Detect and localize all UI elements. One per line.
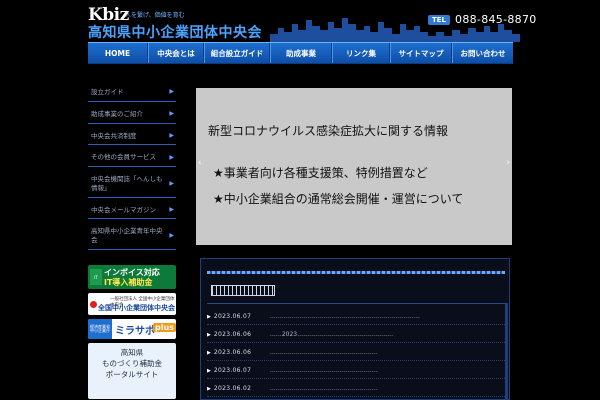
news-row[interactable]: ▶ 2023.06.07 …………………………………………………………………: [207, 309, 505, 325]
nav-about[interactable]: 中央会とは: [148, 43, 204, 63]
ministry-label: 経済産業省 中小企業庁: [88, 319, 112, 339]
banner-line2: ものづくり補助金: [102, 358, 162, 368]
mirasapo-plus-banner[interactable]: 経済産業省 中小企業庁 ミラサポ plus: [88, 319, 176, 339]
news-text[interactable]: ……2023…………………………………………: [270, 331, 393, 338]
sidebar-item-label: その他の会員サービス: [91, 153, 156, 162]
mirasapo-text: ミラサポ: [115, 326, 155, 337]
national-federation-banner[interactable]: 一般社団法人 全国中小企業団体中央会 全国中小企業団体中央会: [88, 293, 176, 315]
slide-line-support: ★事業者向け各種支援策、特例措置など: [213, 166, 428, 180]
nav-subsidy[interactable]: 助成事業: [270, 43, 332, 63]
plus-badge: plus: [153, 323, 176, 332]
main-nav: HOME 中央会とは 組合設立ガイド 助成事業 リンク集 サイトマップ お問い合…: [88, 42, 513, 64]
sidebar-item-newsletter[interactable]: 中央会メールマガジン ▶: [88, 202, 176, 220]
sidebar-item-label: 中央会機関誌「へんしも情報」: [91, 175, 163, 192]
bullet-icon: ▶: [207, 313, 211, 320]
nav-links[interactable]: リンク集: [332, 43, 390, 63]
sidebar-item-label: 中央会共済制度: [91, 131, 137, 140]
chevron-right-icon: ▶: [169, 153, 174, 161]
news-top-border: [207, 271, 505, 274]
slide-title: 新型コロナウイルス感染症拡大に関する情報: [208, 124, 449, 138]
bullet-icon: ▶: [207, 385, 211, 392]
phone-contact: TEL 088-845-8870: [428, 13, 537, 26]
organization-name[interactable]: 高知県中小企業団体中央会: [88, 22, 262, 42]
chevron-right-icon: ▶: [169, 179, 174, 187]
news-row[interactable]: ▶ 2023.06.07 ………………………………………………: [207, 363, 505, 379]
sidebar-item-youth-association[interactable]: 高知県中小企業青年中央会 ▶: [88, 223, 176, 250]
monozukuri-portal-banner[interactable]: 高知県 ものづくり補助金 ポータルサイト: [88, 343, 176, 399]
slide-line-general-meeting: ★中小企業組合の通常総会開催・運営について: [213, 192, 464, 206]
chevron-right-icon: ▶: [169, 131, 174, 139]
news-heading: [211, 285, 275, 296]
sidebar-banners: IT インボイス対応 IT導入補助金 一般社団法人 全国中小企業団体中央会 全国…: [88, 265, 176, 400]
news-date: 2023.06.06: [213, 331, 252, 338]
news-date: 2023.06.07: [213, 367, 252, 374]
bullet-icon: ▶: [207, 367, 211, 374]
it-badge: IT: [90, 269, 102, 285]
news-text[interactable]: ………………………………………………: [270, 349, 378, 356]
page: Kbiz 人を繋げ、価値を育む 高知県中小企業団体中央会 TEL 088-845…: [0, 0, 600, 400]
bullet-icon: ▶: [207, 349, 211, 356]
sidebar-item-label: 助成事業のご紹介: [91, 109, 143, 118]
sidebar-item-member-services[interactable]: その他の会員サービス ▶: [88, 149, 176, 168]
hero-slider[interactable]: ‹ 新型コロナウイルス感染症拡大に関する情報 ★事業者向け各種支援策、特例措置な…: [196, 88, 512, 245]
bullet-icon: ▶: [207, 331, 211, 338]
divider: [207, 303, 505, 304]
chevron-right-icon: ▶: [169, 205, 174, 213]
tel-number[interactable]: 088-845-8870: [455, 13, 537, 26]
nav-contact[interactable]: お問い合わせ: [452, 43, 513, 63]
sidebar-item-subsidy[interactable]: 助成事業のご紹介 ▶: [88, 106, 176, 124]
sidebar-item-setup-guide[interactable]: 設立ガイド ▶: [88, 84, 176, 102]
chevron-left-icon[interactable]: ‹: [198, 158, 202, 168]
sidebar-item-mutual-aid[interactable]: 中央会共済制度 ▶: [88, 128, 176, 146]
news-date: 2023.06.07: [213, 313, 252, 320]
news-text[interactable]: ………………………………………………: [270, 367, 378, 374]
sidebar-item-label: 高知県中小企業青年中央会: [91, 227, 163, 245]
banner-line3: ポータルサイト: [105, 369, 159, 379]
scrollbar[interactable]: [505, 303, 508, 399]
sidebar-item-journal[interactable]: 中央会機関誌「へんしも情報」 ▶: [88, 171, 176, 198]
nav-home[interactable]: HOME: [88, 43, 148, 63]
banner-line2: 全国中小企業団体中央会: [98, 304, 175, 312]
federation-logo-icon: [90, 301, 97, 308]
chevron-right-icon: ▶: [169, 232, 174, 240]
news-text[interactable]: ………………………………………………: [270, 385, 378, 392]
tel-label: TEL: [428, 14, 451, 25]
sidebar: 設立ガイド ▶ 助成事業のご紹介 ▶ 中央会共済制度 ▶ その他の会員サービス …: [88, 84, 176, 254]
news-text[interactable]: …………………………………………………………………: [270, 313, 420, 320]
news-date: 2023.06.06: [213, 349, 252, 356]
chevron-right-icon: ▶: [169, 88, 174, 96]
banner-line1: 高知県: [120, 348, 144, 357]
logo-tagline: 人を繋げ、価値を育む: [125, 12, 185, 19]
nav-union-guide[interactable]: 組合設立ガイド: [204, 43, 270, 63]
news-row[interactable]: ▶ 2023.06.02 ………………………………………………: [207, 381, 505, 397]
site-header: Kbiz 人を繋げ、価値を育む 高知県中小企業団体中央会 TEL 088-845…: [0, 0, 600, 42]
news-row[interactable]: ▶ 2023.06.06 ………………………………………………: [207, 345, 505, 361]
invoice-it-subsidy-banner[interactable]: IT インボイス対応 IT導入補助金: [88, 265, 176, 289]
chevron-right-icon[interactable]: ›: [506, 158, 510, 168]
chevron-right-icon: ▶: [169, 110, 174, 118]
nav-sitemap[interactable]: サイトマップ: [390, 43, 452, 63]
news-row[interactable]: ▶ 2023.06.06 ……2023…………………………………………: [207, 327, 505, 343]
news-date: 2023.06.02: [213, 385, 252, 392]
sidebar-item-label: 設立ガイド: [91, 88, 124, 96]
sidebar-item-label: 中央会メールマガジン: [91, 205, 156, 214]
banner-line2: IT導入補助金: [104, 278, 153, 287]
news-panel: ▶ 2023.06.07 ………………………………………………………………… ▶…: [200, 258, 510, 400]
